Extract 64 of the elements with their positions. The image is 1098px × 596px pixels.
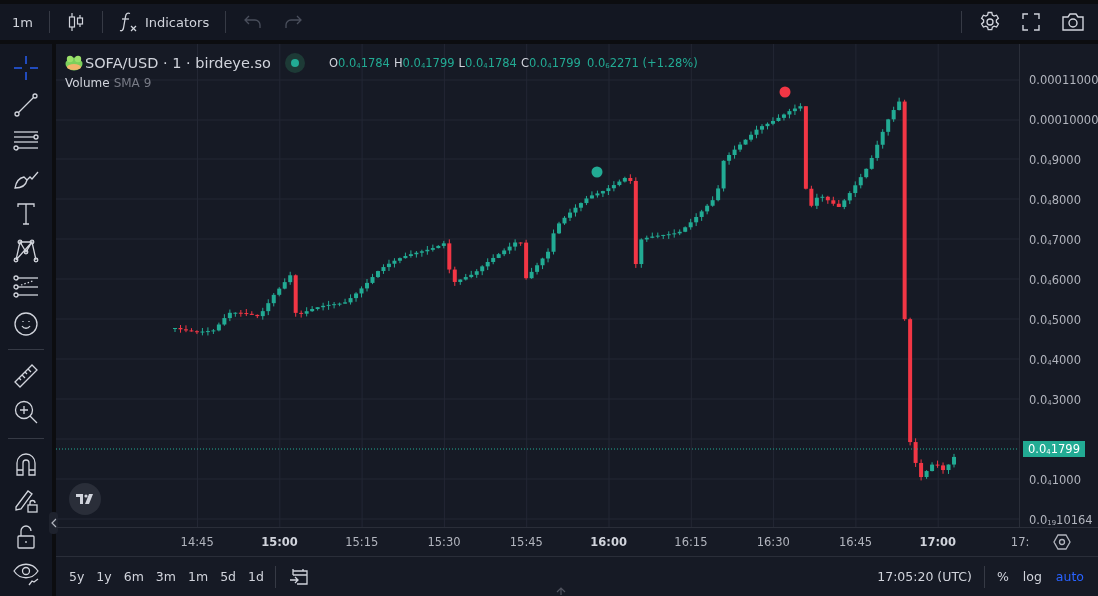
range-button[interactable]: 1m: [183, 566, 214, 587]
time-label: 14:45: [179, 535, 215, 549]
settings-icon[interactable]: [1053, 533, 1071, 551]
zoom-in-icon[interactable]: [12, 398, 40, 426]
scale-button[interactable]: auto: [1049, 566, 1090, 587]
candles-icon[interactable]: [66, 12, 85, 32]
time-label: 16:45: [837, 535, 874, 549]
time-label: 17:: [1009, 535, 1031, 549]
price-label: 0.0$_{4}$7000: [1028, 232, 1081, 248]
function-icon[interactable]: [118, 11, 139, 33]
range-button[interactable]: 3m: [150, 566, 181, 587]
time-label: 16:15: [673, 535, 709, 549]
time-label: 15:45: [508, 535, 544, 549]
camera-icon[interactable]: [1061, 12, 1085, 32]
symbol-title[interactable]: SOFA/USD · 1 · birdeye.so: [85, 55, 271, 71]
time-label: 16:00: [589, 535, 628, 549]
scale-button[interactable]: log: [1016, 566, 1048, 587]
range-button[interactable]: 1d: [243, 566, 269, 587]
ohlc-value: 0.0$_{4}$1784: [465, 56, 517, 70]
indicators-button[interactable]: Indicators: [112, 7, 216, 37]
time-label: 15:00: [260, 535, 299, 549]
trend-line-icon[interactable]: [12, 90, 40, 119]
ohlc-label: H: [393, 56, 403, 70]
time-label: 15:30: [426, 535, 462, 549]
scale-button[interactable]: %: [990, 566, 1015, 587]
ohlc-value: 0.0$_{4}$1799: [402, 56, 455, 70]
range-button[interactable]: 6m: [118, 566, 149, 587]
price-label: 0.0$_{4}$9000: [1028, 152, 1081, 168]
smiley-icon[interactable]: [12, 309, 40, 338]
collapse-handle[interactable]: [49, 512, 58, 534]
price-label: 0.00010000: [1028, 112, 1098, 128]
ohlc-label: L: [458, 56, 465, 70]
current-price-tag: 0.0$_{4}$1799: [1023, 441, 1085, 457]
price-change: 0.0$_{6}$2271 (+1.28%): [586, 56, 698, 70]
ohlc-label: C: [520, 56, 529, 70]
indicator-name[interactable]: Volume: [65, 76, 110, 90]
range-button[interactable]: 5d: [215, 566, 242, 587]
settings-icon[interactable]: [979, 11, 1001, 33]
ohlc-value: 0.0$_{4}$1784: [337, 56, 390, 70]
interval-button[interactable]: 1m: [6, 10, 39, 34]
price-label: 0.0$_{19}$10164: [1028, 512, 1093, 528]
calendar-icon[interactable]: [288, 567, 309, 586]
price-label: 0.0$_{4}$4000: [1028, 352, 1081, 368]
fullscreen-icon[interactable]: [1021, 12, 1041, 32]
time-label: 17:00: [918, 535, 958, 549]
clock-time[interactable]: 17:05:20 (UTC): [877, 569, 972, 584]
ohlc-label: O: [328, 56, 338, 70]
price-label: 0.0$_{4}$8000: [1028, 192, 1081, 208]
time-label: 15:15: [344, 535, 380, 549]
time-label: 16:30: [755, 535, 791, 549]
projection-lines-icon[interactable]: [12, 273, 40, 301]
token-icon: [65, 55, 83, 71]
range-button[interactable]: 5y: [64, 566, 90, 587]
price-label: 0.0$_{4}$3000: [1028, 392, 1081, 408]
ohlc-value: 0.0$_{4}$1799: [529, 56, 581, 70]
price-label: 0.0$_{4}$5000: [1028, 312, 1081, 328]
price-label: 0.0$_{4}$6000: [1028, 272, 1081, 288]
price-label: 0.00011000: [1028, 72, 1098, 88]
logo-icon[interactable]: [68, 482, 102, 516]
price-label: 0.0$_{4}$1000: [1028, 472, 1081, 488]
marker-dot: [779, 86, 791, 98]
range-button[interactable]: 1y: [91, 566, 117, 587]
marker-dot: [591, 166, 603, 178]
indicator-params: SMA 9: [113, 76, 152, 90]
